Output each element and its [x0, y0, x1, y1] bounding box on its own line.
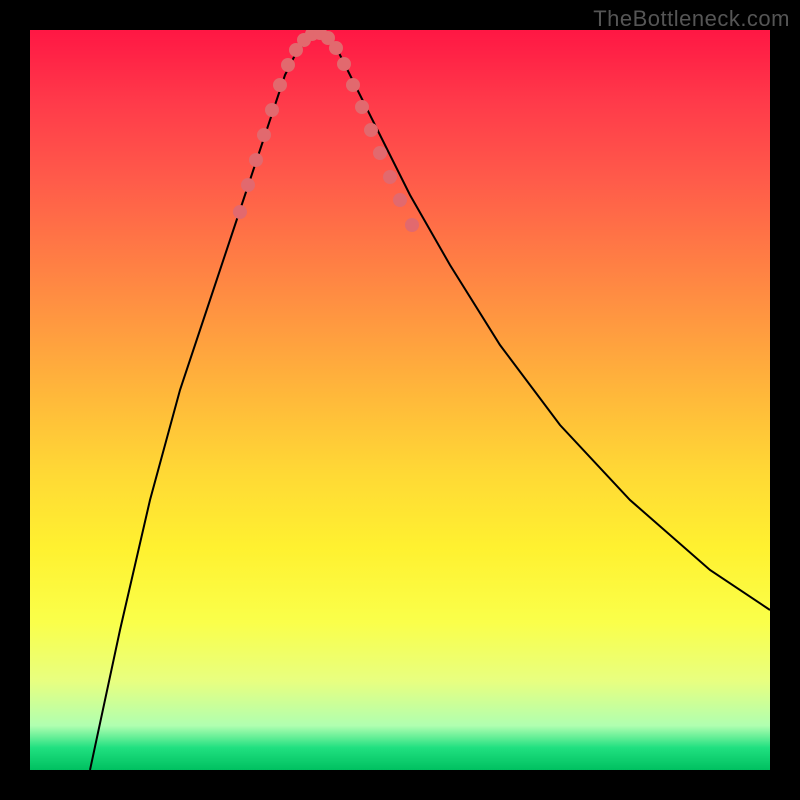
curve-path: [90, 32, 770, 770]
data-marker: [355, 100, 369, 114]
data-marker: [241, 178, 255, 192]
bottleneck-curve: [90, 32, 770, 770]
plot-area: [30, 30, 770, 770]
data-marker: [329, 41, 343, 55]
data-marker: [265, 103, 279, 117]
data-marker: [364, 123, 378, 137]
curve-svg: [30, 30, 770, 770]
data-marker: [233, 205, 247, 219]
chart-container: TheBottleneck.com: [0, 0, 800, 800]
data-marker: [249, 153, 263, 167]
data-marker: [337, 57, 351, 71]
data-marker: [346, 78, 360, 92]
watermark-text: TheBottleneck.com: [593, 6, 790, 32]
data-marker: [281, 58, 295, 72]
data-marker: [257, 128, 271, 142]
data-marker: [373, 146, 387, 160]
data-marker: [383, 170, 397, 184]
data-marker: [405, 218, 419, 232]
data-marker: [273, 78, 287, 92]
data-marker: [393, 193, 407, 207]
data-markers: [233, 30, 419, 232]
